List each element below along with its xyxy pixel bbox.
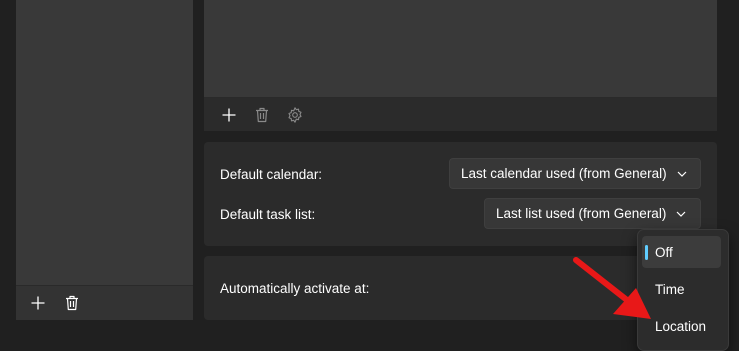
left-panel [16, 0, 193, 320]
left-panel-divider [16, 285, 193, 286]
right-top-panel [204, 0, 717, 131]
delete-button[interactable] [62, 293, 82, 313]
default-calendar-value: Last calendar used (from General) [461, 166, 667, 181]
default-task-list-value: Last list used (from General) [496, 206, 667, 221]
option-location-label: Location [655, 318, 707, 334]
chevron-down-icon [676, 211, 686, 217]
option-time-label: Time [655, 281, 685, 297]
default-calendar-dropdown[interactable]: Last calendar used (from General) [449, 158, 701, 189]
activate-options-popup: Off Time Location [637, 229, 729, 351]
left-toolbar [28, 290, 82, 316]
delete-button[interactable] [252, 105, 272, 125]
settings-button[interactable] [285, 105, 305, 125]
default-task-list-dropdown[interactable]: Last list used (from General) [484, 198, 701, 229]
option-off[interactable]: Off [642, 236, 721, 268]
add-button[interactable] [28, 293, 48, 313]
gear-icon [288, 107, 302, 123]
option-time[interactable]: Time [642, 273, 721, 305]
default-calendar-label: Default calendar: [220, 167, 323, 182]
left-list-area[interactable] [16, 0, 193, 285]
trash-icon [66, 295, 78, 311]
plus-icon [31, 296, 45, 310]
option-off-label: Off [655, 244, 673, 260]
default-task-list-label: Default task list: [220, 207, 316, 222]
right-content-area[interactable] [204, 0, 717, 97]
add-button[interactable] [219, 105, 239, 125]
chevron-down-icon [677, 171, 687, 177]
auto-activate-label: Automatically activate at: [220, 281, 370, 296]
option-location[interactable]: Location [642, 310, 721, 342]
right-toolbar [219, 104, 305, 126]
trash-icon [256, 107, 268, 123]
right-panel-divider [204, 97, 717, 98]
selection-indicator [645, 245, 648, 260]
plus-icon [222, 108, 236, 122]
